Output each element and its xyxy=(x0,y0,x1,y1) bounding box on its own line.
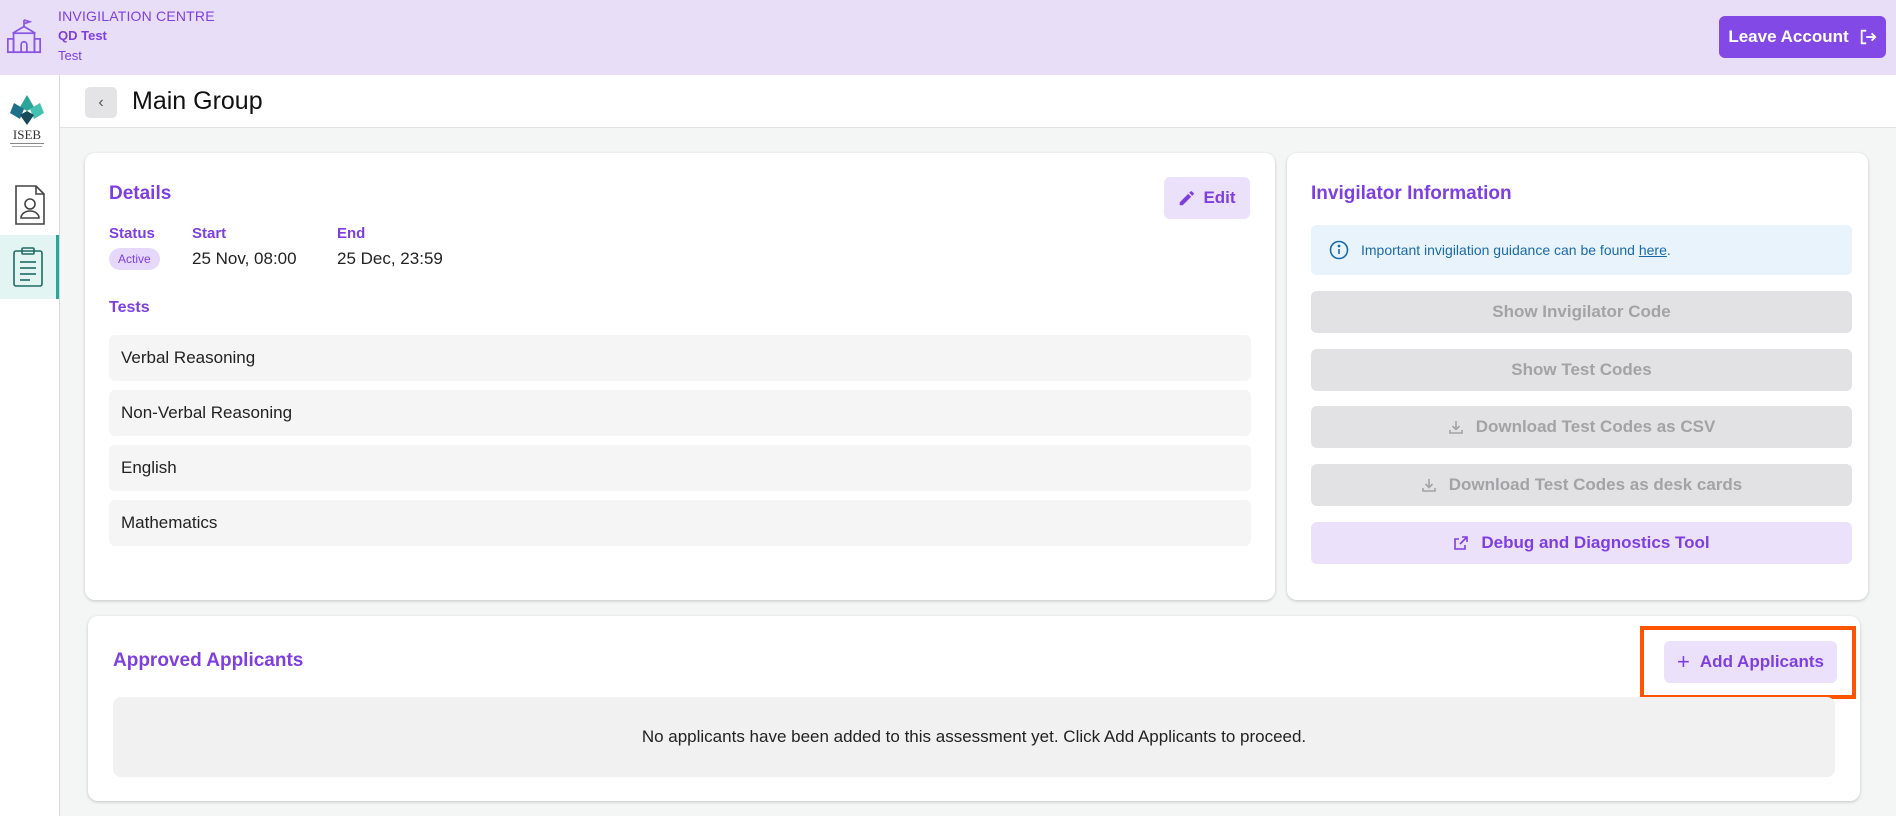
test-row: English xyxy=(109,445,1251,491)
empty-state: No applicants have been added to this as… xyxy=(113,697,1835,777)
info-text-wrap: Important invigilation guidance can be f… xyxy=(1361,242,1671,258)
start-field: Start 25 Nov, 08:00 xyxy=(192,225,297,269)
start-value: 25 Nov, 08:00 xyxy=(192,249,297,268)
end-field: End 25 Dec, 23:59 xyxy=(337,225,443,269)
centre-name: QD Test xyxy=(58,28,107,43)
test-row: Mathematics xyxy=(109,500,1251,546)
page-title: Main Group xyxy=(132,87,263,115)
tests-title: Tests xyxy=(109,299,150,316)
info-banner: Important invigilation guidance can be f… xyxy=(1311,225,1852,275)
back-button[interactable]: ‹ xyxy=(85,87,117,118)
approved-applicants-card: Approved Applicants + Add Applicants No … xyxy=(88,616,1860,801)
show-invigilator-code-label: Show Invigilator Code xyxy=(1492,302,1671,321)
invigilator-title: Invigilator Information xyxy=(1311,183,1512,204)
status-label: Status xyxy=(109,225,155,242)
plus-icon: + xyxy=(1677,649,1690,674)
centre-info: INVIGILATION CENTRE QD Test Test xyxy=(58,6,215,66)
approved-applicants-title: Approved Applicants xyxy=(113,650,304,671)
school-building-icon xyxy=(6,19,42,54)
left-sidebar: ISEB xyxy=(0,75,60,816)
guidance-link[interactable]: here xyxy=(1639,242,1667,258)
show-invigilator-code-button[interactable]: Show Invigilator Code xyxy=(1311,291,1852,333)
clipboard-icon xyxy=(13,247,43,287)
info-text: Important invigilation guidance can be f… xyxy=(1361,242,1639,258)
download-desk-cards-button[interactable]: Download Test Codes as desk cards xyxy=(1311,464,1852,506)
download-icon xyxy=(1421,479,1436,492)
info-end: . xyxy=(1666,242,1671,258)
empty-state-text: No applicants have been added to this as… xyxy=(641,727,1307,746)
leave-account-label: Leave Account xyxy=(1728,27,1849,46)
iseb-logo-icon: ISEB xyxy=(10,95,44,147)
page-header: ‹ Main Group xyxy=(60,75,1896,128)
edit-button[interactable]: Edit xyxy=(1164,177,1250,219)
download-icon xyxy=(1448,421,1463,434)
leave-account-button[interactable]: Leave Account xyxy=(1719,16,1886,58)
start-label: Start xyxy=(192,225,227,242)
show-test-codes-button[interactable]: Show Test Codes xyxy=(1311,349,1852,391)
brand-text: ISEB xyxy=(13,127,42,142)
download-csv-button[interactable]: Download Test Codes as CSV xyxy=(1311,406,1852,448)
test-row: Non-Verbal Reasoning xyxy=(109,390,1251,436)
download-desk-cards-label: Download Test Codes as desk cards xyxy=(1448,475,1743,494)
edit-label: Edit xyxy=(1203,188,1236,207)
details-title: Details xyxy=(109,183,172,204)
end-label: End xyxy=(337,225,366,242)
centre-label: INVIGILATION CENTRE xyxy=(58,8,215,24)
top-bar: INVIGILATION CENTRE QD Test Test Leave A… xyxy=(0,0,1896,75)
debug-diagnostics-button[interactable]: Debug and Diagnostics Tool xyxy=(1311,522,1852,564)
invigilator-card: Invigilator Information Important invigi… xyxy=(1287,153,1868,600)
add-applicants-label: Add Applicants xyxy=(1699,652,1824,671)
sidebar-item-profile[interactable] xyxy=(0,173,59,237)
profile-document-icon xyxy=(14,185,45,225)
status-field: Status Active xyxy=(109,225,160,270)
chevron-left-icon: ‹ xyxy=(98,93,104,111)
info-icon xyxy=(1329,240,1349,260)
test-row: Verbal Reasoning xyxy=(109,335,1251,381)
debug-diagnostics-label: Debug and Diagnostics Tool xyxy=(1481,533,1710,552)
logout-icon xyxy=(1860,29,1877,45)
sidebar-item-assessments[interactable] xyxy=(0,235,59,299)
pencil-icon xyxy=(1180,190,1195,205)
download-csv-label: Download Test Codes as CSV xyxy=(1475,417,1716,436)
status-badge: Active xyxy=(109,248,160,270)
details-card: Details Edit Status Active Start 25 Nov,… xyxy=(85,153,1275,600)
end-value: 25 Dec, 23:59 xyxy=(337,249,443,268)
centre-sub: Test xyxy=(58,48,82,63)
external-link-icon xyxy=(1454,536,1469,550)
show-test-codes-label: Show Test Codes xyxy=(1511,360,1652,379)
add-applicants-button[interactable]: + Add Applicants xyxy=(1664,641,1837,683)
